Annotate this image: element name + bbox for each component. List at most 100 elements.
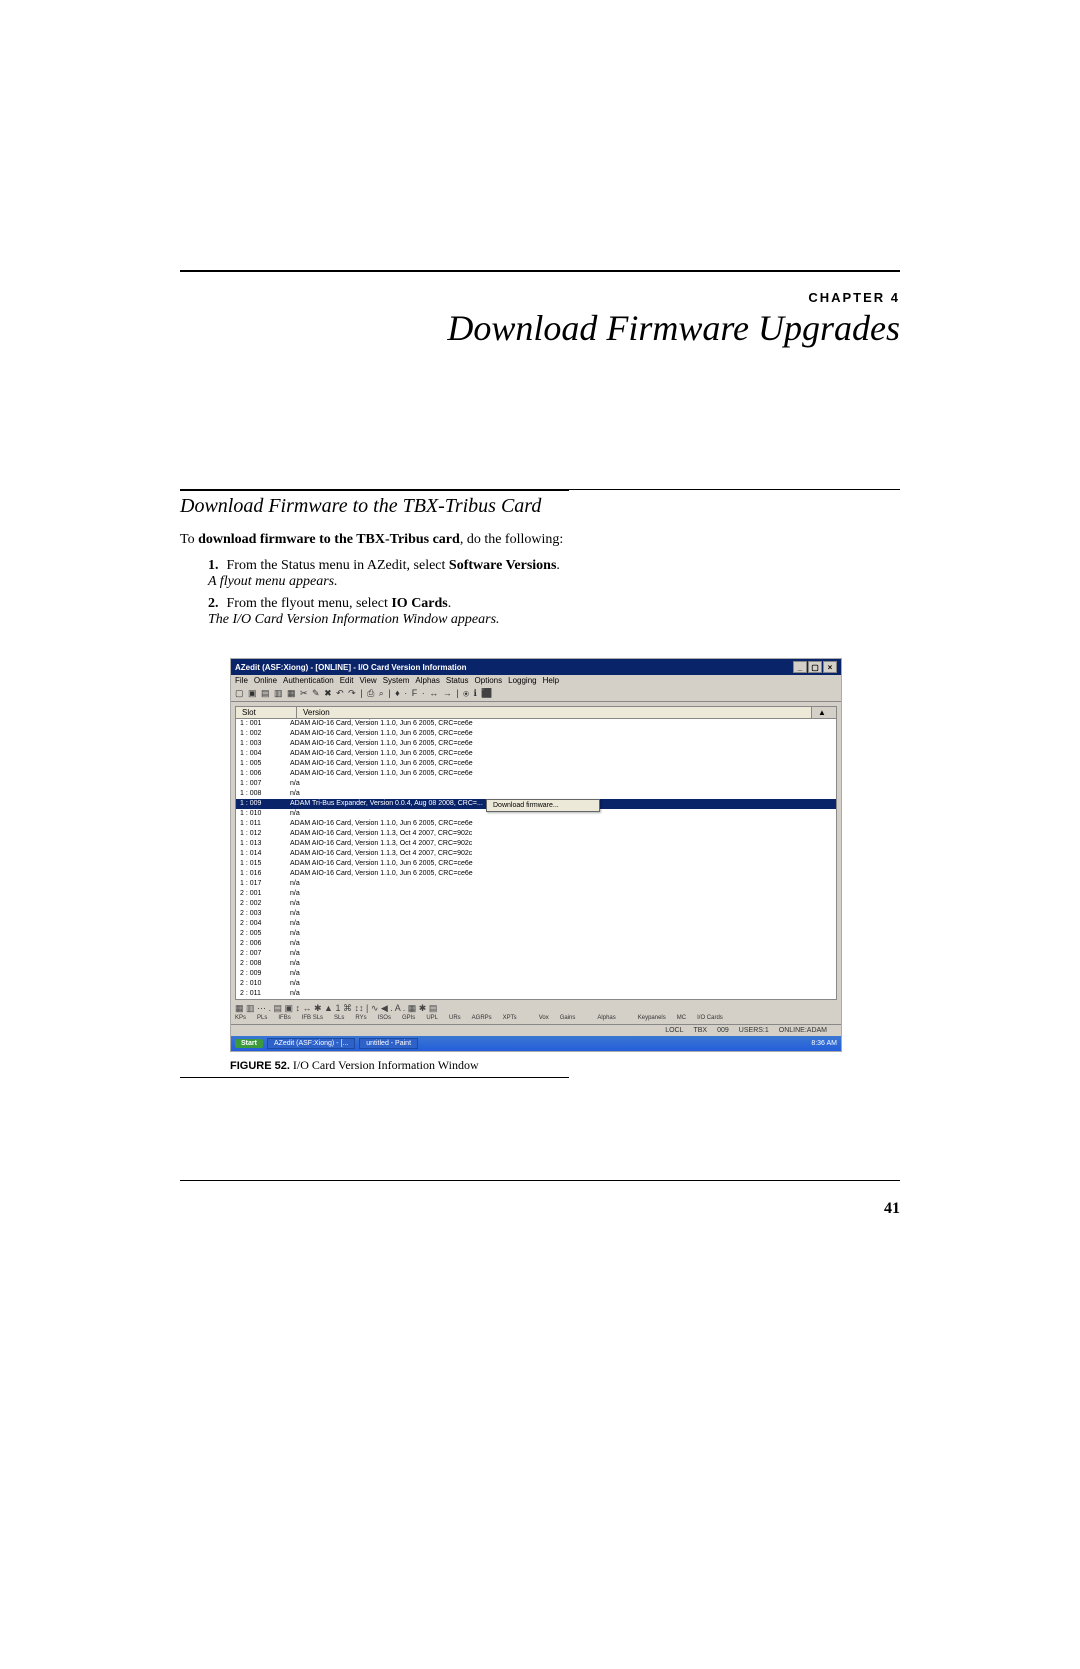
table-row[interactable]: 1 : 005ADAM AIO-16 Card, Version 1.1.0, …: [236, 759, 836, 769]
cell-version: n/a: [290, 889, 832, 899]
menu-item[interactable]: Help: [543, 676, 559, 685]
toolbar-label: RYs: [355, 1015, 366, 1021]
close-button[interactable]: ×: [823, 661, 837, 673]
cell-slot: 1 : 005: [240, 759, 290, 769]
cell-slot: 1 : 006: [240, 769, 290, 779]
table-row[interactable]: 2 : 009n/a: [236, 969, 836, 979]
cell-slot: 1 : 012: [240, 829, 290, 839]
toolbar-label: PLs: [257, 1015, 267, 1021]
cell-version: ADAM AIO-16 Card, Version 1.1.0, Jun 6 2…: [290, 729, 832, 739]
list-header: Slot Version ▲: [235, 706, 837, 719]
taskbar: Start AZedit (ASF:Xiong) - [... untitled…: [231, 1036, 841, 1051]
menu-item[interactable]: System: [383, 676, 410, 685]
table-row[interactable]: 1 : 013ADAM AIO-16 Card, Version 1.1.3, …: [236, 839, 836, 849]
list-body[interactable]: 1 : 001ADAM AIO-16 Card, Version 1.1.0, …: [235, 719, 837, 1000]
toolbar-label: MC: [677, 1015, 686, 1021]
intro-text: To download firmware to the TBX-Tribus c…: [180, 532, 900, 548]
table-row[interactable]: 2 : 006n/a: [236, 939, 836, 949]
table-row[interactable]: 1 : 017n/a: [236, 879, 836, 889]
window-title: AZedit (ASF:Xiong) - [ONLINE] - I/O Card…: [235, 663, 467, 672]
cell-slot: 1 : 003: [240, 739, 290, 749]
menu-item[interactable]: Online: [254, 676, 277, 685]
cell-version: n/a: [290, 909, 832, 919]
cell-slot: 2 : 012: [240, 999, 290, 1000]
page-content: CHAPTER 4 Download Firmware Upgrades Dow…: [180, 270, 900, 1082]
table-row[interactable]: 1 : 003ADAM AIO-16 Card, Version 1.1.0, …: [236, 739, 836, 749]
step-number: 2.: [208, 596, 219, 611]
cell-version: ADAM AIO-16 Card, Version 1.1.0, Jun 6 2…: [290, 719, 832, 729]
menu-item[interactable]: Options: [475, 676, 503, 685]
figure-label: FIGURE 52.: [230, 1060, 290, 1072]
table-row[interactable]: 1 : 016ADAM AIO-16 Card, Version 1.1.0, …: [236, 869, 836, 879]
maximize-button[interactable]: ▢: [808, 661, 822, 673]
table-row[interactable]: 2 : 007n/a: [236, 949, 836, 959]
table-row[interactable]: 2 : 003n/a: [236, 909, 836, 919]
step-1: 1.From the Status menu in AZedit, select…: [208, 558, 900, 590]
step-text: From the flyout menu, select: [227, 596, 392, 611]
start-button[interactable]: Start: [235, 1039, 263, 1048]
cell-version: n/a: [290, 789, 832, 799]
menu-item[interactable]: Status: [446, 676, 469, 685]
table-row[interactable]: 2 : 010n/a: [236, 979, 836, 989]
cell-slot: 1 : 014: [240, 849, 290, 859]
cell-slot: 1 : 013: [240, 839, 290, 849]
table-row[interactable]: 2 : 011n/a: [236, 989, 836, 999]
table-row[interactable]: 1 : 014ADAM AIO-16 Card, Version 1.1.3, …: [236, 849, 836, 859]
steps-list: 1.From the Status menu in AZedit, select…: [180, 558, 900, 628]
page-number: 41: [884, 1200, 900, 1218]
cell-version: ADAM AIO-16 Card, Version 1.1.0, Jun 6 2…: [290, 769, 832, 779]
toolbar-label: AGRPs: [472, 1015, 492, 1021]
table-row[interactable]: 2 : 002n/a: [236, 899, 836, 909]
toolbar[interactable]: ▢ ▣ ▤ ▥ ▦ ✂ ✎ ✖ ↶ ↷ | ⎙ ⌕ | ♦ · F · ↔ → …: [231, 686, 841, 702]
table-row[interactable]: 2 : 008n/a: [236, 959, 836, 969]
step-bold: IO Cards: [391, 596, 447, 611]
cell-version: n/a: [290, 959, 832, 969]
cell-slot: 1 : 016: [240, 869, 290, 879]
table-row[interactable]: 2 : 005n/a: [236, 929, 836, 939]
menu-item[interactable]: File: [235, 676, 248, 685]
table-row[interactable]: 2 : 004n/a: [236, 919, 836, 929]
cell-slot: 1 : 010: [240, 809, 290, 819]
table-row[interactable]: 1 : 006ADAM AIO-16 Card, Version 1.1.0, …: [236, 769, 836, 779]
status-field: USERS:1: [739, 1027, 769, 1034]
table-row[interactable]: 1 : 012ADAM AIO-16 Card, Version 1.1.3, …: [236, 829, 836, 839]
table-row[interactable]: 1 : 015ADAM AIO-16 Card, Version 1.1.0, …: [236, 859, 836, 869]
table-row[interactable]: 1 : 011ADAM AIO-16 Card, Version 1.1.0, …: [236, 819, 836, 829]
menu-item[interactable]: Authentication: [283, 676, 334, 685]
table-row[interactable]: 1 : 004ADAM AIO-16 Card, Version 1.1.0, …: [236, 749, 836, 759]
table-row[interactable]: 2 : 012n/a: [236, 999, 836, 1000]
status-field: 009: [717, 1027, 729, 1034]
chapter-label: CHAPTER 4: [180, 290, 900, 305]
menu-item[interactable]: Alphas: [415, 676, 439, 685]
intro-prefix: To: [180, 532, 198, 547]
table-row[interactable]: 1 : 001ADAM AIO-16 Card, Version 1.1.0, …: [236, 719, 836, 729]
context-menu-item[interactable]: Download firmware...: [486, 799, 600, 812]
table-row[interactable]: 1 : 008n/a: [236, 789, 836, 799]
col-slot[interactable]: Slot: [236, 707, 297, 718]
toolbar-label: I/O Cards: [697, 1015, 723, 1021]
col-version[interactable]: Version: [297, 707, 812, 718]
cell-slot: 2 : 003: [240, 909, 290, 919]
taskbar-task[interactable]: AZedit (ASF:Xiong) - [...: [267, 1038, 355, 1049]
cell-slot: 2 : 001: [240, 889, 290, 899]
toolbar-label: Alphas: [597, 1015, 615, 1021]
cell-version: n/a: [290, 899, 832, 909]
scroll-gutter: ▲: [812, 707, 836, 718]
menu-item[interactable]: Edit: [340, 676, 354, 685]
table-row[interactable]: 1 : 002ADAM AIO-16 Card, Version 1.1.0, …: [236, 729, 836, 739]
toolbar-label: UPL: [426, 1015, 438, 1021]
table-row[interactable]: 2 : 001n/a: [236, 889, 836, 899]
menu-item[interactable]: Logging: [508, 676, 536, 685]
cell-version: n/a: [290, 989, 832, 999]
cell-version: n/a: [290, 979, 832, 989]
taskbar-task[interactable]: untitled - Paint: [359, 1038, 418, 1049]
cell-slot: 2 : 005: [240, 929, 290, 939]
toolbar-label: KPs: [235, 1015, 246, 1021]
table-row[interactable]: 1 : 007n/a: [236, 779, 836, 789]
minimize-button[interactable]: _: [793, 661, 807, 673]
cell-version: n/a: [290, 939, 832, 949]
bottom-toolbar[interactable]: ▦ ▥ ⋯ . ▤ ▣ ↕ ↔ ✱ ▲ 1 ⌘ ↕↕ | ∿ ◀ . A . ▦…: [231, 1000, 841, 1015]
menu-item[interactable]: View: [360, 676, 377, 685]
titlebar[interactable]: AZedit (ASF:Xiong) - [ONLINE] - I/O Card…: [231, 659, 841, 675]
cell-version: n/a: [290, 919, 832, 929]
